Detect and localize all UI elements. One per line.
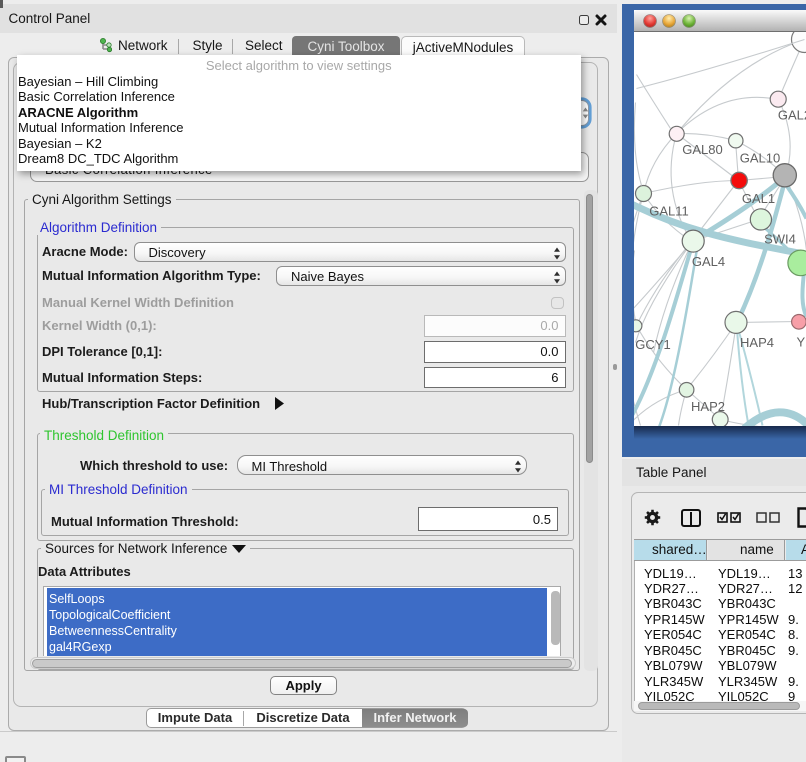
svg-text:YM...: YM... bbox=[796, 334, 806, 349]
svg-text:GAL11: GAL11 bbox=[649, 203, 689, 218]
svg-text:GAL80: GAL80 bbox=[682, 142, 722, 157]
svg-text:GCY1: GCY1 bbox=[635, 337, 670, 352]
svg-text:HAP2: HAP2 bbox=[691, 399, 725, 414]
svg-text:HAP4: HAP4 bbox=[740, 335, 774, 350]
svg-text:GAL2: GAL2 bbox=[777, 107, 806, 122]
svg-text:GAL10: GAL10 bbox=[739, 150, 779, 165]
svg-text:SWI4: SWI4 bbox=[764, 231, 796, 246]
svg-text:GAL4: GAL4 bbox=[691, 254, 724, 269]
svg-text:GAL1: GAL1 bbox=[741, 191, 774, 206]
